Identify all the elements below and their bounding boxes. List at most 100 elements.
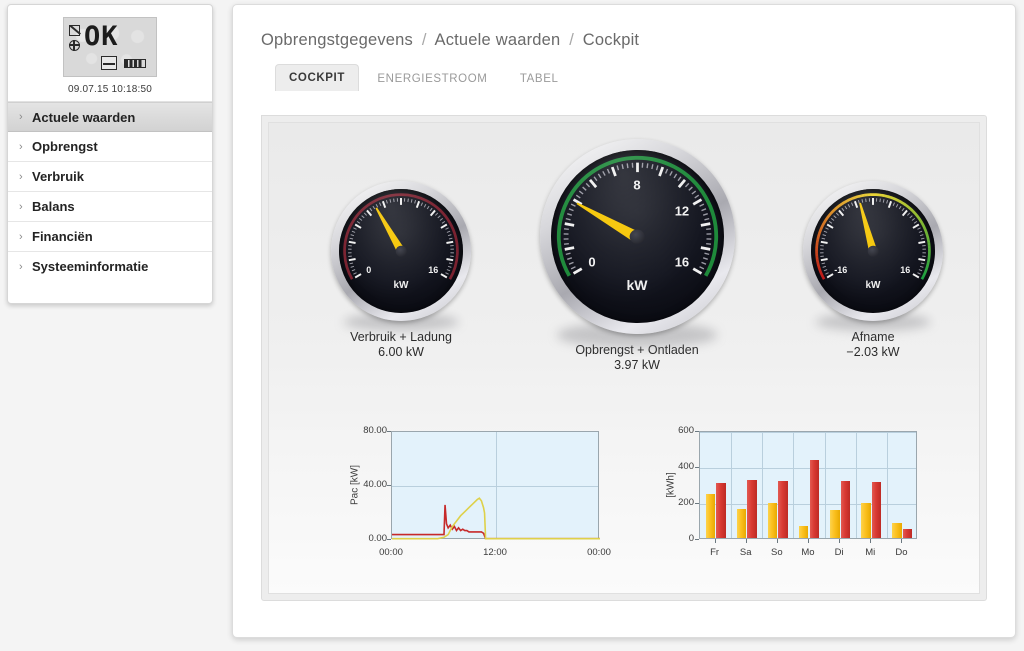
bar-red	[903, 528, 913, 538]
gridline-horizontal	[700, 432, 916, 433]
gauge-caption: Afname	[851, 330, 895, 344]
y-tick-mark	[695, 503, 699, 504]
sidebar-item-label: Verbruik	[32, 169, 85, 184]
device-timestamp: 09.07.15 10:18:50	[67, 84, 153, 95]
gauge-tick-label: -16	[834, 264, 848, 275]
plot-area	[699, 431, 917, 539]
line-series	[392, 497, 600, 540]
gauge-tick-label: 0	[366, 264, 372, 275]
plot-area	[391, 431, 600, 540]
x-tick-label: 00:00	[587, 547, 611, 558]
bar-red	[778, 481, 788, 538]
tab-tabel[interactable]: TABEL	[506, 66, 573, 91]
x-tick-mark	[870, 539, 872, 543]
x-tick-label: Di	[834, 547, 844, 558]
gauge-unit-label: kW	[865, 280, 881, 292]
y-tick-label: 0.00	[368, 533, 388, 544]
sidebar-item-balans[interactable]: › Balans	[8, 192, 212, 222]
x-tick-mark	[714, 539, 716, 543]
gridline-vertical	[793, 432, 794, 538]
globe-icon	[68, 39, 80, 51]
y-tick-label: 0	[688, 533, 694, 544]
sidebar-nav: › Actuele waarden › Opbrengst › Verbruik…	[8, 101, 212, 282]
sidebar-item-financien[interactable]: › Financiën	[8, 222, 212, 252]
gauge-unit-label: kW	[626, 277, 648, 294]
gauge-tick-label: 0	[588, 254, 596, 270]
x-tick-mark	[776, 539, 778, 543]
breadcrumb: Opbrengstgegevens / Actuele waarden / Co…	[233, 5, 1015, 50]
gauge-production: 0 8 12 16 kW Opbrengst + Ontladen 3.97 kW	[519, 139, 755, 372]
gauge-tick-label: 8	[633, 177, 641, 193]
battery-icon	[124, 59, 146, 68]
gridline-horizontal	[700, 504, 916, 505]
bar-red	[809, 460, 819, 538]
x-tick-label: Sa	[739, 547, 752, 558]
gauge-bezel: 0 8 12 16 kW	[539, 139, 735, 334]
x-tick-label: Fr	[710, 547, 720, 558]
gauge-consumption: 0 16 kW Verbruik + Ladung 6.00 kW	[283, 181, 519, 359]
sidebar-item-label: Financiën	[32, 229, 93, 244]
sidebar-item-label: Systeeminformatie	[32, 259, 149, 274]
gauge-value: 6.00 kW	[378, 345, 424, 359]
breadcrumb-separator: /	[421, 31, 427, 49]
gauge-dial[interactable]: 0 16 kW	[331, 181, 471, 331]
gauge-needle-hub	[395, 245, 407, 257]
gauge-value: −2.03 kW	[846, 345, 900, 359]
y-tick-mark	[387, 431, 391, 432]
y-tick-label: 40.00	[363, 479, 387, 490]
breadcrumb-separator: /	[569, 31, 574, 49]
tab-bar: COCKPIT ENERGIESTROOM TABEL	[275, 64, 1015, 92]
y-tick-label: 600	[678, 425, 694, 436]
bar-red	[840, 480, 851, 538]
gauge-grid-draw: -16 16 kW Afname −2.03 kW	[755, 181, 991, 359]
sidebar-item-label: Opbrengst	[32, 139, 98, 154]
gridline-vertical	[887, 432, 888, 538]
y-axis-label: [kWh]	[665, 472, 677, 498]
sidebar-item-systeeminformatie[interactable]: › Systeeminformatie	[8, 252, 212, 282]
chevron-right-icon: ›	[19, 200, 23, 213]
line-series	[392, 504, 600, 540]
x-tick-label: Do	[895, 547, 908, 558]
bar-yellow	[705, 494, 715, 538]
breadcrumb-page: Cockpit	[582, 31, 640, 49]
gridline-vertical	[762, 432, 763, 538]
tab-cockpit[interactable]: COCKPIT	[275, 64, 359, 91]
bar-yellow	[830, 510, 840, 538]
y-tick-label: 80.00	[363, 425, 387, 436]
gauge-face: 0 16 kW	[339, 189, 463, 313]
gridline-horizontal	[700, 468, 916, 469]
sidebar-item-opbrengst[interactable]: › Opbrengst	[8, 132, 212, 162]
gauge-tick-label: 12	[674, 203, 690, 219]
chevron-right-icon: ›	[19, 111, 23, 123]
gauge-tick-label: 16	[900, 264, 911, 275]
y-tick-mark	[695, 539, 699, 540]
bar-yellow	[861, 503, 871, 538]
gauge-dial[interactable]: -16 16 kW	[803, 181, 943, 331]
sidebar-item-verbruik[interactable]: › Verbruik	[8, 162, 212, 192]
y-axis-label: Pac [kW]	[349, 465, 361, 506]
y-tick-mark	[695, 467, 699, 468]
bar-yellow	[736, 508, 747, 538]
weekly-energy-chart[interactable]: Fr Sa So Mo Di Mi Do 0 200 400 600 [kWh]	[659, 423, 929, 573]
gauge-dial[interactable]: 0 8 12 16 kW	[539, 139, 735, 348]
chevron-right-icon: ›	[19, 261, 23, 273]
y-tick-label: 200	[678, 497, 694, 508]
gauge-bezel: 0 16 kW	[331, 181, 471, 321]
gauge-value: 3.97 kW	[614, 358, 660, 372]
gauge-face: -16 16 kW	[811, 189, 935, 313]
sidebar-item-actuele-waarden[interactable]: › Actuele waarden	[8, 102, 212, 132]
x-tick-mark	[839, 539, 841, 543]
device-status-panel: OK 09.07.15 10:18:50	[8, 5, 212, 101]
gauge-needle-hub	[629, 229, 645, 244]
gauge-unit-label: kW	[393, 280, 409, 292]
line-series-layer	[392, 497, 600, 540]
device-lcd-display: OK	[63, 17, 157, 77]
gauge-bezel: -16 16 kW	[803, 181, 943, 321]
breadcrumb-section[interactable]: Actuele waarden	[434, 31, 560, 49]
tab-energiestroom[interactable]: ENERGIESTROOM	[363, 66, 501, 91]
pac-day-chart[interactable]: 0.00 40.00 80.00 00:00 12:00 00:00 Pac [kW]	[339, 423, 611, 573]
gridline-vertical	[856, 432, 857, 538]
breadcrumb-root[interactable]: Opbrengstgegevens	[261, 31, 413, 49]
chevron-right-icon: ›	[19, 230, 23, 243]
gauge-caption: Verbruik + Ladung	[350, 330, 452, 344]
